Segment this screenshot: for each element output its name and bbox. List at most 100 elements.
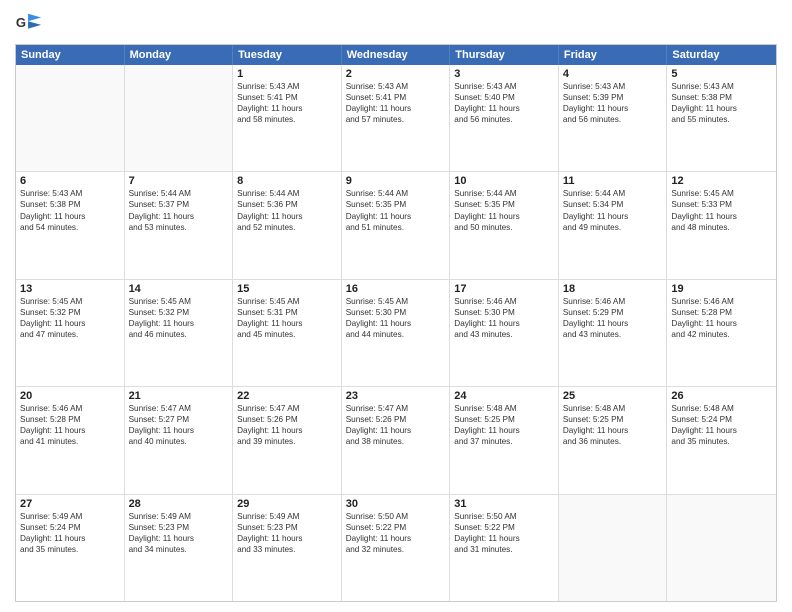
day-cell-11: 11Sunrise: 5:44 AMSunset: 5:34 PMDayligh… xyxy=(559,172,668,278)
day-2-line1: Sunrise: 5:43 AM xyxy=(346,81,446,92)
day-cell-1: 1Sunrise: 5:43 AMSunset: 5:41 PMDaylight… xyxy=(233,65,342,171)
header-sunday: Sunday xyxy=(16,45,125,65)
day-cell-15: 15Sunrise: 5:45 AMSunset: 5:31 PMDayligh… xyxy=(233,280,342,386)
day-26-line3: Daylight: 11 hours xyxy=(671,425,772,436)
day-31-line2: Sunset: 5:22 PM xyxy=(454,522,554,533)
day-cell-27: 27Sunrise: 5:49 AMSunset: 5:24 PMDayligh… xyxy=(16,495,125,601)
day-cell-19: 19Sunrise: 5:46 AMSunset: 5:28 PMDayligh… xyxy=(667,280,776,386)
week-row-3: 13Sunrise: 5:45 AMSunset: 5:32 PMDayligh… xyxy=(16,279,776,386)
day-number-16: 16 xyxy=(346,283,446,295)
day-20-line4: and 41 minutes. xyxy=(20,436,120,447)
day-number-1: 1 xyxy=(237,68,337,80)
day-19-line3: Daylight: 11 hours xyxy=(671,318,772,329)
day-cell-7: 7Sunrise: 5:44 AMSunset: 5:37 PMDaylight… xyxy=(125,172,234,278)
day-23-line4: and 38 minutes. xyxy=(346,436,446,447)
day-4-line3: Daylight: 11 hours xyxy=(563,103,663,114)
day-cell-14: 14Sunrise: 5:45 AMSunset: 5:32 PMDayligh… xyxy=(125,280,234,386)
day-cell-17: 17Sunrise: 5:46 AMSunset: 5:30 PMDayligh… xyxy=(450,280,559,386)
day-cell-16: 16Sunrise: 5:45 AMSunset: 5:30 PMDayligh… xyxy=(342,280,451,386)
day-number-21: 21 xyxy=(129,390,229,402)
day-26-line1: Sunrise: 5:48 AM xyxy=(671,403,772,414)
empty-cell-4-6 xyxy=(667,495,776,601)
day-number-23: 23 xyxy=(346,390,446,402)
day-16-line3: Daylight: 11 hours xyxy=(346,318,446,329)
logo-icon: G xyxy=(15,10,43,38)
day-number-18: 18 xyxy=(563,283,663,295)
day-number-9: 9 xyxy=(346,175,446,187)
day-10-line1: Sunrise: 5:44 AM xyxy=(454,188,554,199)
day-cell-24: 24Sunrise: 5:48 AMSunset: 5:25 PMDayligh… xyxy=(450,387,559,493)
day-7-line1: Sunrise: 5:44 AM xyxy=(129,188,229,199)
day-12-line4: and 48 minutes. xyxy=(671,222,772,233)
day-27-line4: and 35 minutes. xyxy=(20,544,120,555)
day-18-line1: Sunrise: 5:46 AM xyxy=(563,296,663,307)
day-cell-21: 21Sunrise: 5:47 AMSunset: 5:27 PMDayligh… xyxy=(125,387,234,493)
day-5-line1: Sunrise: 5:43 AM xyxy=(671,81,772,92)
day-number-17: 17 xyxy=(454,283,554,295)
day-4-line2: Sunset: 5:39 PM xyxy=(563,92,663,103)
day-cell-2: 2Sunrise: 5:43 AMSunset: 5:41 PMDaylight… xyxy=(342,65,451,171)
week-row-1: 1Sunrise: 5:43 AMSunset: 5:41 PMDaylight… xyxy=(16,65,776,171)
day-number-8: 8 xyxy=(237,175,337,187)
day-27-line1: Sunrise: 5:49 AM xyxy=(20,511,120,522)
day-number-22: 22 xyxy=(237,390,337,402)
day-23-line1: Sunrise: 5:47 AM xyxy=(346,403,446,414)
header-thursday: Thursday xyxy=(450,45,559,65)
day-10-line2: Sunset: 5:35 PM xyxy=(454,199,554,210)
day-13-line4: and 47 minutes. xyxy=(20,329,120,340)
day-cell-20: 20Sunrise: 5:46 AMSunset: 5:28 PMDayligh… xyxy=(16,387,125,493)
day-25-line1: Sunrise: 5:48 AM xyxy=(563,403,663,414)
day-cell-9: 9Sunrise: 5:44 AMSunset: 5:35 PMDaylight… xyxy=(342,172,451,278)
day-26-line2: Sunset: 5:24 PM xyxy=(671,414,772,425)
day-7-line3: Daylight: 11 hours xyxy=(129,211,229,222)
day-2-line4: and 57 minutes. xyxy=(346,114,446,125)
day-number-28: 28 xyxy=(129,498,229,510)
day-1-line1: Sunrise: 5:43 AM xyxy=(237,81,337,92)
day-cell-8: 8Sunrise: 5:44 AMSunset: 5:36 PMDaylight… xyxy=(233,172,342,278)
day-18-line3: Daylight: 11 hours xyxy=(563,318,663,329)
day-22-line3: Daylight: 11 hours xyxy=(237,425,337,436)
day-5-line4: and 55 minutes. xyxy=(671,114,772,125)
day-1-line2: Sunset: 5:41 PM xyxy=(237,92,337,103)
day-17-line4: and 43 minutes. xyxy=(454,329,554,340)
day-cell-10: 10Sunrise: 5:44 AMSunset: 5:35 PMDayligh… xyxy=(450,172,559,278)
day-5-line2: Sunset: 5:38 PM xyxy=(671,92,772,103)
day-28-line3: Daylight: 11 hours xyxy=(129,533,229,544)
day-24-line2: Sunset: 5:25 PM xyxy=(454,414,554,425)
day-25-line4: and 36 minutes. xyxy=(563,436,663,447)
week-row-5: 27Sunrise: 5:49 AMSunset: 5:24 PMDayligh… xyxy=(16,494,776,601)
day-cell-18: 18Sunrise: 5:46 AMSunset: 5:29 PMDayligh… xyxy=(559,280,668,386)
logo: G xyxy=(15,10,47,38)
header: G xyxy=(15,10,777,38)
day-22-line1: Sunrise: 5:47 AM xyxy=(237,403,337,414)
day-1-line3: Daylight: 11 hours xyxy=(237,103,337,114)
header-friday: Friday xyxy=(559,45,668,65)
day-30-line3: Daylight: 11 hours xyxy=(346,533,446,544)
day-6-line4: and 54 minutes. xyxy=(20,222,120,233)
day-31-line1: Sunrise: 5:50 AM xyxy=(454,511,554,522)
day-14-line1: Sunrise: 5:45 AM xyxy=(129,296,229,307)
day-number-29: 29 xyxy=(237,498,337,510)
day-number-14: 14 xyxy=(129,283,229,295)
empty-cell-4-5 xyxy=(559,495,668,601)
day-8-line4: and 52 minutes. xyxy=(237,222,337,233)
day-28-line1: Sunrise: 5:49 AM xyxy=(129,511,229,522)
day-2-line2: Sunset: 5:41 PM xyxy=(346,92,446,103)
day-19-line2: Sunset: 5:28 PM xyxy=(671,307,772,318)
day-25-line2: Sunset: 5:25 PM xyxy=(563,414,663,425)
empty-cell-0-0 xyxy=(16,65,125,171)
day-20-line1: Sunrise: 5:46 AM xyxy=(20,403,120,414)
day-31-line3: Daylight: 11 hours xyxy=(454,533,554,544)
day-21-line1: Sunrise: 5:47 AM xyxy=(129,403,229,414)
day-31-line4: and 31 minutes. xyxy=(454,544,554,555)
day-5-line3: Daylight: 11 hours xyxy=(671,103,772,114)
page: G Sunday Monday Tuesday Wednesday Thursd… xyxy=(0,0,792,612)
day-6-line2: Sunset: 5:38 PM xyxy=(20,199,120,210)
day-19-line4: and 42 minutes. xyxy=(671,329,772,340)
header-monday: Monday xyxy=(125,45,234,65)
day-10-line4: and 50 minutes. xyxy=(454,222,554,233)
day-27-line3: Daylight: 11 hours xyxy=(20,533,120,544)
day-12-line1: Sunrise: 5:45 AM xyxy=(671,188,772,199)
day-24-line1: Sunrise: 5:48 AM xyxy=(454,403,554,414)
day-10-line3: Daylight: 11 hours xyxy=(454,211,554,222)
